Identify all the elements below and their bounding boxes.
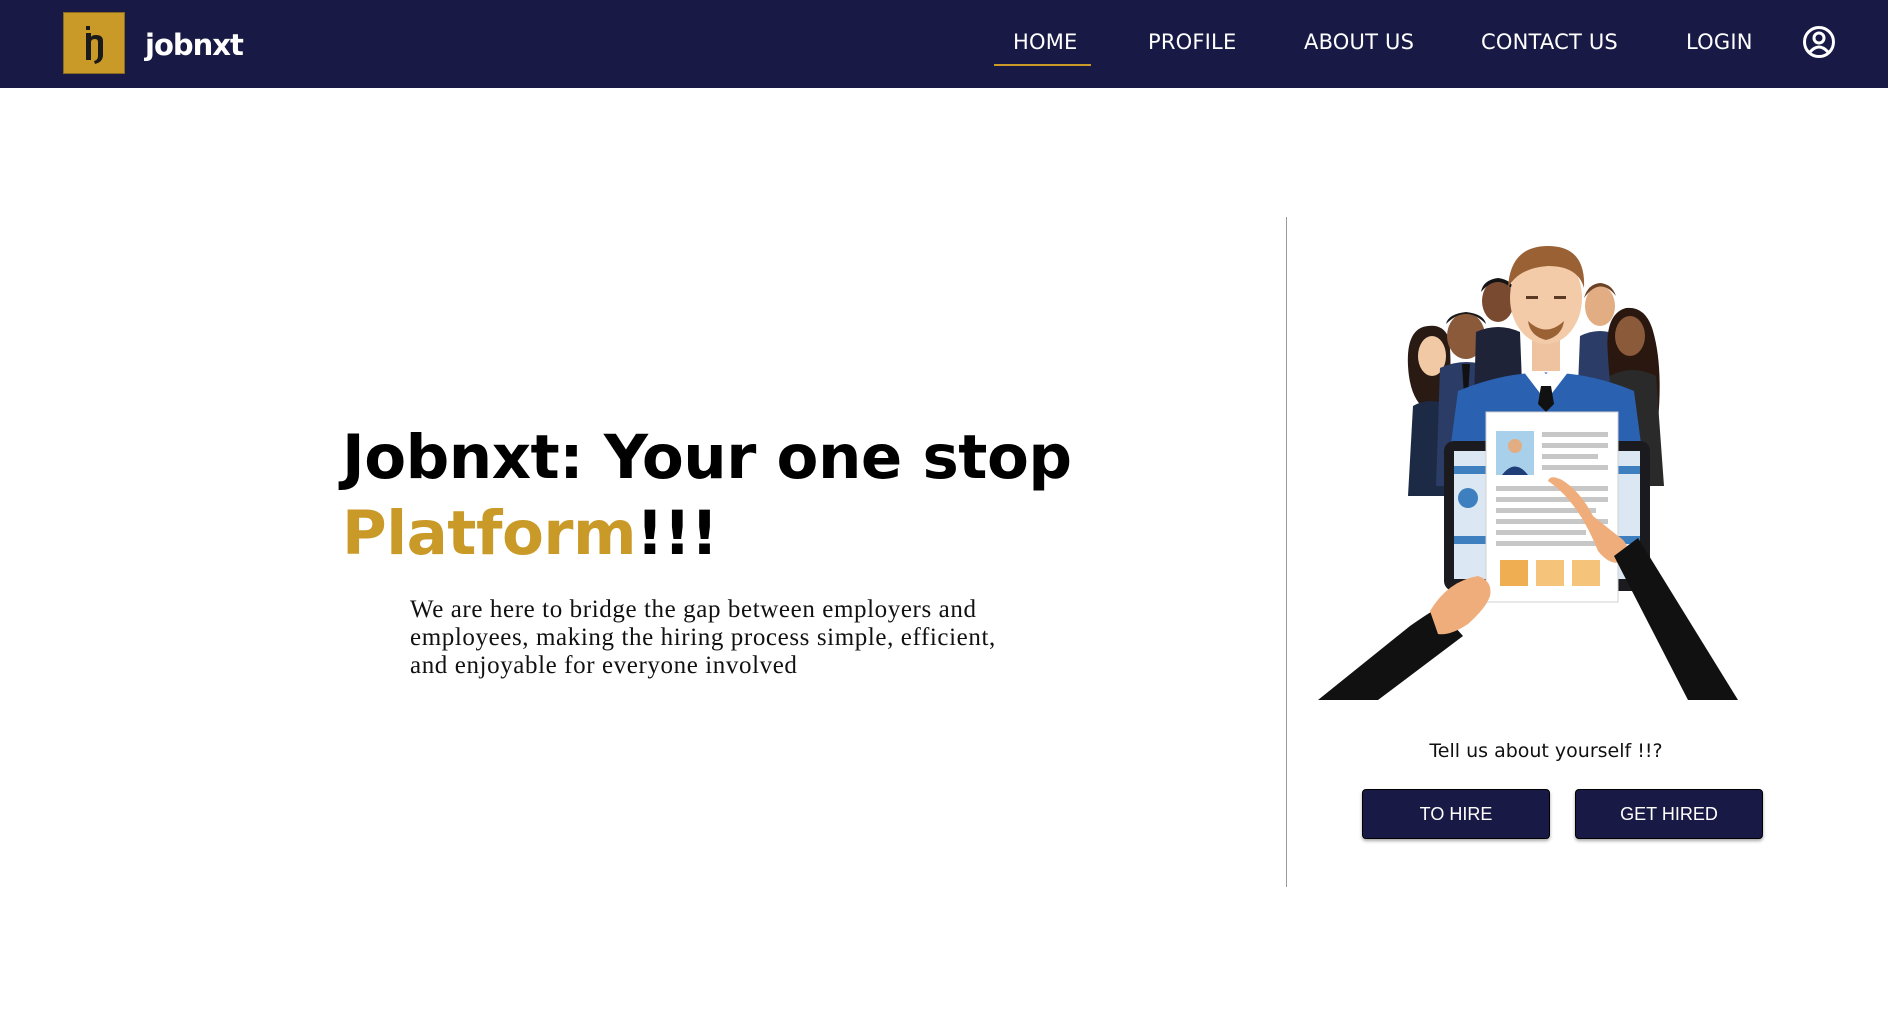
hero-title-accent: Platform xyxy=(342,498,637,569)
vertical-divider xyxy=(1286,217,1287,887)
hero-title-line2: Platform!!! xyxy=(342,496,1102,572)
nav-active-indicator xyxy=(994,64,1091,66)
nav-home[interactable]: HOME xyxy=(1013,30,1078,54)
cta-prompt: Tell us about yourself !!? xyxy=(1429,740,1663,762)
hero-description: We are here to bridge the gap between em… xyxy=(410,596,996,679)
nav-about-us[interactable]: ABOUT US xyxy=(1304,30,1414,54)
resume-document xyxy=(1485,411,1619,603)
recruiter-illustration xyxy=(1318,236,1758,700)
hero-title-line1: Jobnxt: Your one stop xyxy=(342,422,1072,493)
nav-contact-us[interactable]: CONTACT US xyxy=(1481,30,1618,54)
user-circle-icon[interactable] xyxy=(1802,25,1836,64)
get-hired-button[interactable]: GET HIRED xyxy=(1575,789,1763,839)
to-hire-button[interactable]: TO HIRE xyxy=(1362,789,1550,839)
nav-login[interactable]: LOGIN xyxy=(1686,30,1753,54)
top-navbar: jobnxt HOME PROFILE ABOUT US CONTACT US … xyxy=(0,0,1888,88)
hero-title: Jobnxt: Your one stop Platform!!! xyxy=(342,420,1102,572)
nav-profile[interactable]: PROFILE xyxy=(1148,30,1236,54)
brand-name[interactable]: jobnxt xyxy=(145,28,244,62)
hero-title-suffix: !!! xyxy=(636,498,718,569)
logo-icon[interactable] xyxy=(63,12,125,74)
